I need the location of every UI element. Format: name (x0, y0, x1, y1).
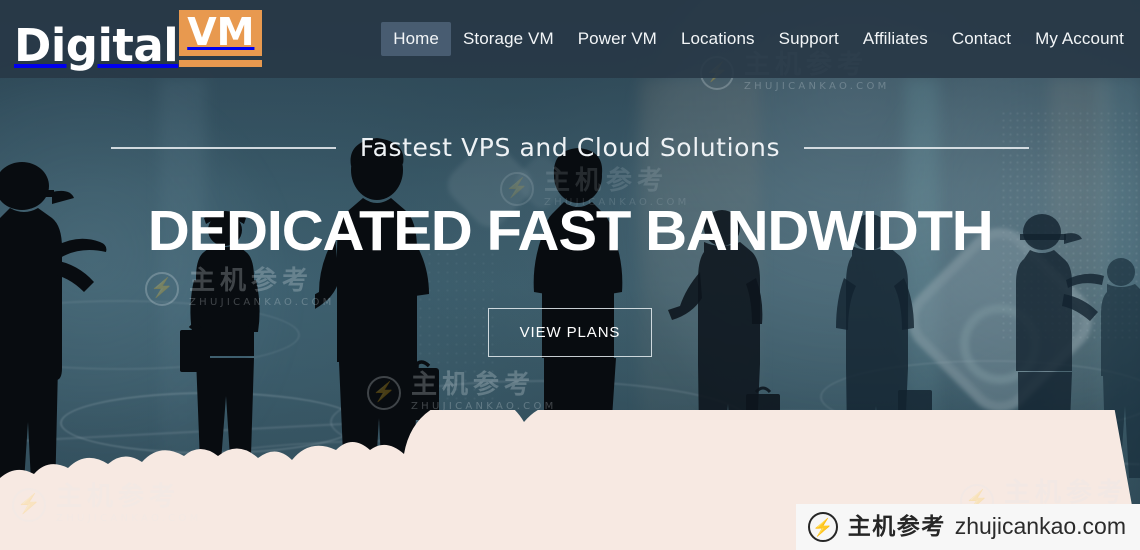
nav-item-my-account[interactable]: My Account (1023, 22, 1136, 56)
logo-accent-bar (179, 60, 263, 67)
hero-subtitle-row: Fastest VPS and Cloud Solutions (0, 133, 1140, 162)
hero-rule-right (804, 146, 1030, 149)
page-root: ⚡ 主机参考 ZHUJICANKAO.COM ⚡ 主机参考 ZHUJICANKA… (0, 0, 1140, 550)
hero-title: DEDICATED FAST BANDWIDTH (147, 199, 994, 263)
nav-item-affiliates[interactable]: Affiliates (851, 22, 940, 56)
nav-item-home[interactable]: Home (381, 22, 451, 56)
nav-item-locations[interactable]: Locations (669, 22, 767, 56)
hero-section: Fastest VPS and Cloud Solutions DEDICATE… (0, 78, 1140, 357)
view-plans-button[interactable]: VIEW PLANS (487, 308, 653, 357)
nav-item-storage-vm[interactable]: Storage VM (451, 22, 566, 56)
nav-item-contact[interactable]: Contact (940, 22, 1023, 56)
site-header: Digital VM Home Storage VM Power VM Loca… (0, 0, 1140, 78)
main-navigation: Home Storage VM Power VM Locations Suppo… (381, 22, 1140, 56)
site-logo[interactable]: Digital VM (14, 10, 263, 73)
logo-badge-wrap: VM (179, 10, 263, 67)
nav-item-support[interactable]: Support (767, 22, 851, 56)
nav-item-power-vm[interactable]: Power VM (566, 22, 669, 56)
hero-subtitle: Fastest VPS and Cloud Solutions (359, 133, 781, 162)
hero-rule-left (110, 146, 336, 149)
cloud-decoration (0, 410, 1140, 550)
logo-word-digital: Digital (14, 19, 179, 73)
logo-badge-vm: VM (179, 10, 263, 56)
